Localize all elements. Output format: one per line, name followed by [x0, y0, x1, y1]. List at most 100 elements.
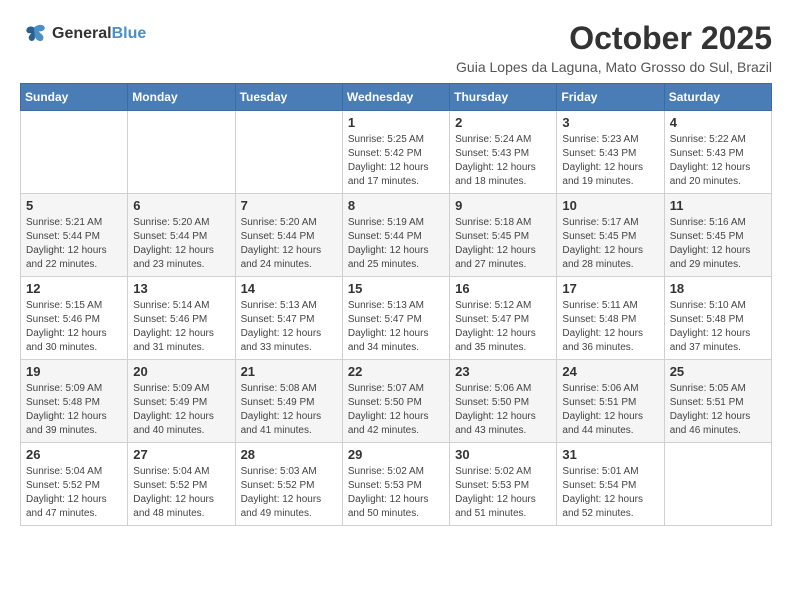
day-info: Sunrise: 5:21 AMSunset: 5:44 PMDaylight:…	[26, 216, 122, 272]
calendar-cell: 7Sunrise: 5:20 AMSunset: 5:44 PMDaylight…	[235, 194, 342, 277]
calendar-cell: 23 Sunrise: 5:06 AMSunset: 5:50 PMDayligh…	[450, 360, 557, 443]
calendar-cell: 17 Sunrise: 5:11 AMSunset: 5:48 PMDayligh…	[557, 277, 664, 360]
day-number: 29	[348, 447, 444, 462]
day-number: 19	[26, 364, 122, 379]
calendar-week-5: 26 Sunrise: 5:04 AMSunset: 5:52 PMDayligh…	[21, 443, 772, 526]
day-number: 28	[241, 447, 337, 462]
day-number: 1	[348, 115, 444, 130]
logo-text: GeneralBlue	[52, 25, 146, 43]
day-number: 9	[455, 198, 551, 213]
day-number: 24	[562, 364, 658, 379]
day-number: 15	[348, 281, 444, 296]
day-number: 26	[26, 447, 122, 462]
day-info: Sunrise: 5:08 AMSunset: 5:49 PMDaylight:…	[241, 382, 337, 438]
header: GeneralBlue October 2025 Guia Lopes da L…	[20, 20, 772, 75]
col-sunday: Sunday	[21, 84, 128, 111]
calendar-cell: 5 Sunrise: 5:21 AMSunset: 5:44 PMDaylight…	[21, 194, 128, 277]
day-info: Sunrise: 5:20 AMSunset: 5:44 PMDaylight:…	[133, 216, 229, 272]
day-info: Sunrise: 5:11 AMSunset: 5:48 PMDaylight:…	[562, 299, 658, 355]
day-info: Sunrise: 5:16 AMSunset: 5:45 PMDaylight:…	[670, 216, 766, 272]
calendar-cell: 6 Sunrise: 5:20 AMSunset: 5:44 PMDaylight…	[128, 194, 235, 277]
day-info: Sunrise: 5:06 AMSunset: 5:51 PMDaylight:…	[562, 382, 658, 438]
day-number: 31	[562, 447, 658, 462]
day-info: Sunrise: 5:19 AMSunset: 5:44 PMDaylight:…	[348, 216, 444, 272]
calendar-cell: 10Sunrise: 5:17 AMSunset: 5:45 PMDayligh…	[557, 194, 664, 277]
day-info: Sunrise: 5:03 AMSunset: 5:52 PMDaylight:…	[241, 465, 337, 521]
day-info: Sunrise: 5:01 AMSunset: 5:54 PMDaylight:…	[562, 465, 658, 521]
day-number: 30	[455, 447, 551, 462]
calendar-cell: 11 Sunrise: 5:16 AMSunset: 5:45 PMDayligh…	[664, 194, 771, 277]
day-number: 5	[26, 198, 122, 213]
title-block: October 2025 Guia Lopes da Laguna, Mato …	[456, 20, 772, 75]
calendar-week-3: 12Sunrise: 5:15 AMSunset: 5:46 PMDayligh…	[21, 277, 772, 360]
calendar-cell	[128, 111, 235, 194]
calendar-cell: 13 Sunrise: 5:14 AMSunset: 5:46 PMDayligh…	[128, 277, 235, 360]
calendar-cell: 2 Sunrise: 5:24 AMSunset: 5:43 PMDaylight…	[450, 111, 557, 194]
day-number: 14	[241, 281, 337, 296]
calendar-cell: 4 Sunrise: 5:22 AMSunset: 5:43 PMDaylight…	[664, 111, 771, 194]
calendar-cell: 8Sunrise: 5:19 AMSunset: 5:44 PMDaylight…	[342, 194, 449, 277]
day-number: 22	[348, 364, 444, 379]
calendar-cell: 14 Sunrise: 5:13 AMSunset: 5:47 PMDayligh…	[235, 277, 342, 360]
day-number: 4	[670, 115, 766, 130]
day-number: 23	[455, 364, 551, 379]
day-number: 13	[133, 281, 229, 296]
col-wednesday: Wednesday	[342, 84, 449, 111]
calendar-cell: 15 Sunrise: 5:13 AMSunset: 5:47 PMDayligh…	[342, 277, 449, 360]
col-monday: Monday	[128, 84, 235, 111]
day-info: Sunrise: 5:13 AMSunset: 5:47 PMDaylight:…	[241, 299, 337, 355]
day-info: Sunrise: 5:14 AMSunset: 5:46 PMDaylight:…	[133, 299, 229, 355]
day-number: 27	[133, 447, 229, 462]
col-tuesday: Tuesday	[235, 84, 342, 111]
calendar-cell	[21, 111, 128, 194]
calendar-cell: 9 Sunrise: 5:18 AMSunset: 5:45 PMDaylight…	[450, 194, 557, 277]
day-info: Sunrise: 5:07 AMSunset: 5:50 PMDaylight:…	[348, 382, 444, 438]
calendar-cell: 16 Sunrise: 5:12 AMSunset: 5:47 PMDayligh…	[450, 277, 557, 360]
calendar-header-row: Sunday Monday Tuesday Wednesday Thursday…	[21, 84, 772, 111]
calendar-cell: 26Sunrise: 5:04 AMSunset: 5:52 PMDayligh…	[21, 443, 128, 526]
day-info: Sunrise: 5:23 AMSunset: 5:43 PMDaylight:…	[562, 133, 658, 189]
day-info: Sunrise: 5:17 AMSunset: 5:45 PMDaylight:…	[562, 216, 658, 272]
calendar-cell: 29 Sunrise: 5:02 AMSunset: 5:53 PMDayligh…	[342, 443, 449, 526]
day-number: 3	[562, 115, 658, 130]
calendar-cell: 21Sunrise: 5:08 AMSunset: 5:49 PMDayligh…	[235, 360, 342, 443]
day-number: 18	[670, 281, 766, 296]
calendar-cell: 22 Sunrise: 5:07 AMSunset: 5:50 PMDayligh…	[342, 360, 449, 443]
calendar-cell: 12Sunrise: 5:15 AMSunset: 5:46 PMDayligh…	[21, 277, 128, 360]
day-info: Sunrise: 5:15 AMSunset: 5:46 PMDaylight:…	[26, 299, 122, 355]
calendar-cell: 27 Sunrise: 5:04 AMSunset: 5:52 PMDayligh…	[128, 443, 235, 526]
day-number: 17	[562, 281, 658, 296]
logo-icon	[20, 20, 48, 48]
calendar-week-2: 5 Sunrise: 5:21 AMSunset: 5:44 PMDaylight…	[21, 194, 772, 277]
col-thursday: Thursday	[450, 84, 557, 111]
day-info: Sunrise: 5:02 AMSunset: 5:53 PMDaylight:…	[348, 465, 444, 521]
page-title: October 2025	[456, 20, 772, 57]
day-number: 20	[133, 364, 229, 379]
calendar-cell: 20Sunrise: 5:09 AMSunset: 5:49 PMDayligh…	[128, 360, 235, 443]
day-info: Sunrise: 5:12 AMSunset: 5:47 PMDaylight:…	[455, 299, 551, 355]
page-subtitle: Guia Lopes da Laguna, Mato Grosso do Sul…	[456, 59, 772, 75]
calendar-week-1: 1Sunrise: 5:25 AMSunset: 5:42 PMDaylight…	[21, 111, 772, 194]
calendar-week-4: 19 Sunrise: 5:09 AMSunset: 5:48 PMDayligh…	[21, 360, 772, 443]
calendar-cell: 3 Sunrise: 5:23 AMSunset: 5:43 PMDaylight…	[557, 111, 664, 194]
day-info: Sunrise: 5:24 AMSunset: 5:43 PMDaylight:…	[455, 133, 551, 189]
day-info: Sunrise: 5:13 AMSunset: 5:47 PMDaylight:…	[348, 299, 444, 355]
calendar-cell: 18Sunrise: 5:10 AMSunset: 5:48 PMDayligh…	[664, 277, 771, 360]
col-saturday: Saturday	[664, 84, 771, 111]
day-info: Sunrise: 5:18 AMSunset: 5:45 PMDaylight:…	[455, 216, 551, 272]
calendar-cell	[664, 443, 771, 526]
day-info: Sunrise: 5:09 AMSunset: 5:48 PMDaylight:…	[26, 382, 122, 438]
day-info: Sunrise: 5:06 AMSunset: 5:50 PMDaylight:…	[455, 382, 551, 438]
day-number: 11	[670, 198, 766, 213]
day-info: Sunrise: 5:22 AMSunset: 5:43 PMDaylight:…	[670, 133, 766, 189]
day-number: 6	[133, 198, 229, 213]
day-info: Sunrise: 5:02 AMSunset: 5:53 PMDaylight:…	[455, 465, 551, 521]
day-info: Sunrise: 5:20 AMSunset: 5:44 PMDaylight:…	[241, 216, 337, 272]
calendar-cell: 19 Sunrise: 5:09 AMSunset: 5:48 PMDayligh…	[21, 360, 128, 443]
calendar-cell: 25Sunrise: 5:05 AMSunset: 5:51 PMDayligh…	[664, 360, 771, 443]
day-number: 25	[670, 364, 766, 379]
day-number: 16	[455, 281, 551, 296]
day-info: Sunrise: 5:04 AMSunset: 5:52 PMDaylight:…	[133, 465, 229, 521]
calendar-cell	[235, 111, 342, 194]
day-number: 2	[455, 115, 551, 130]
